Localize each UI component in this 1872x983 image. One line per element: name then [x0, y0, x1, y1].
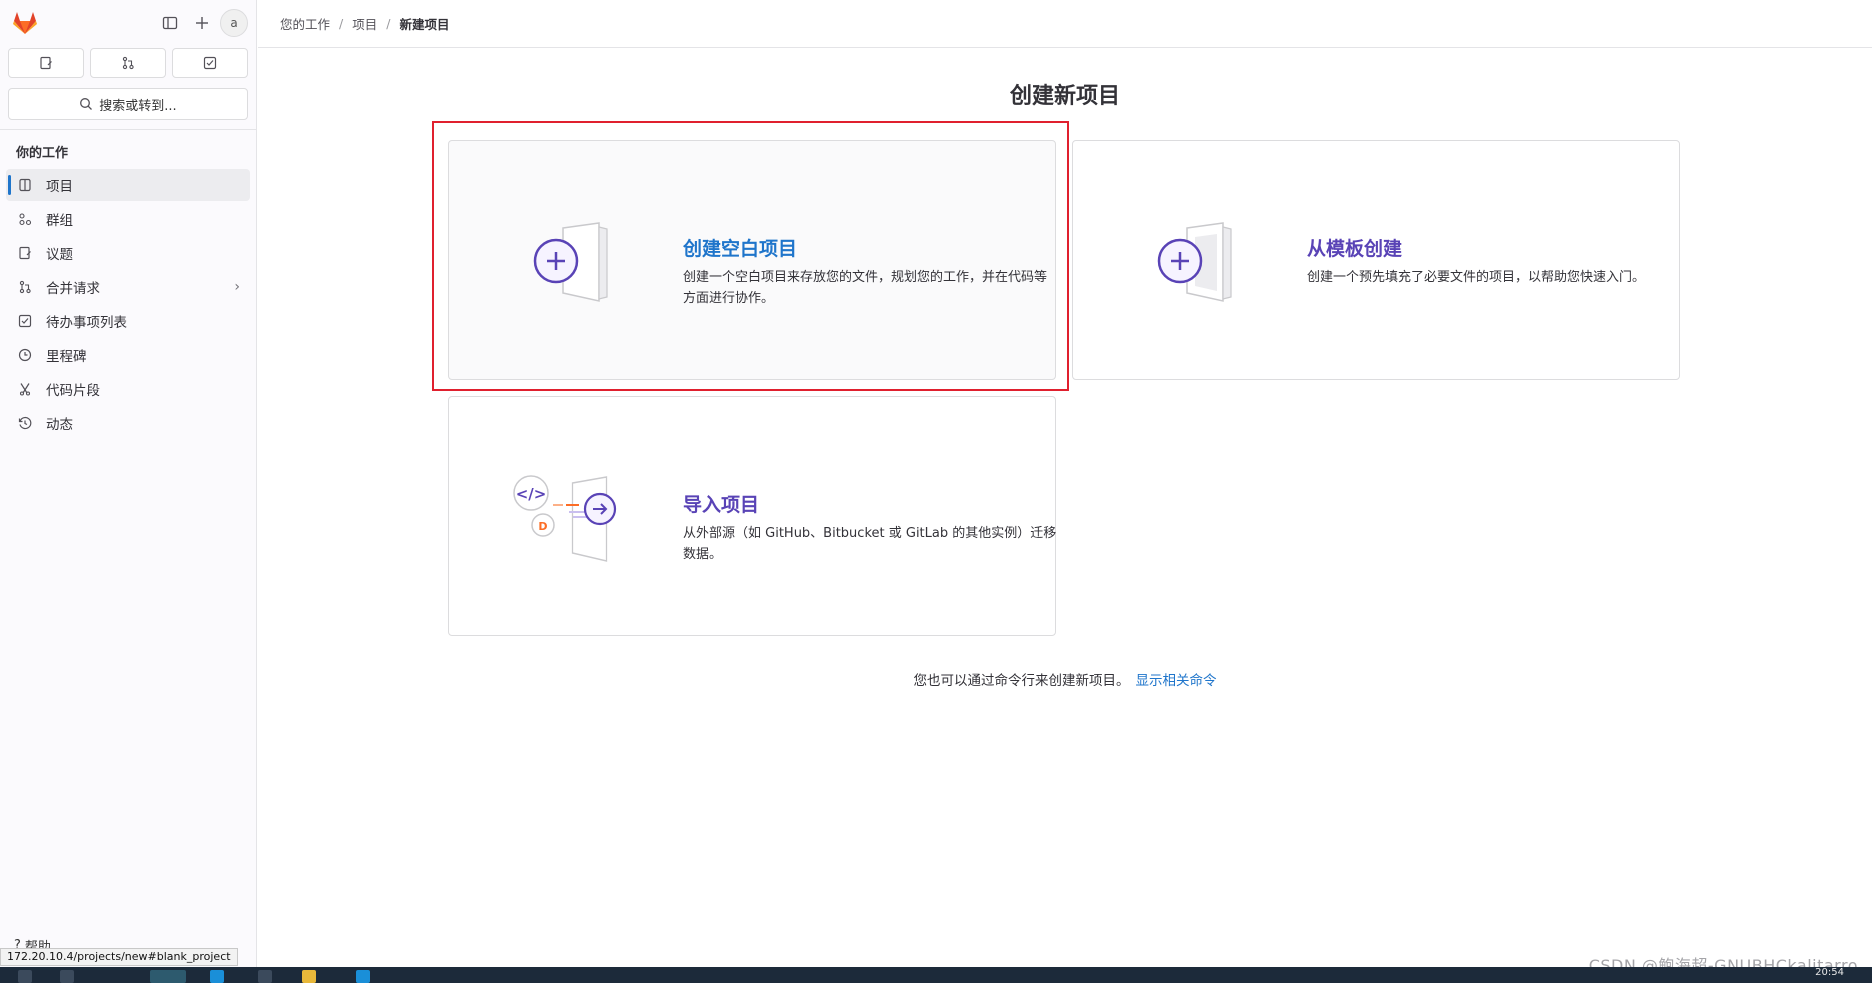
- breadcrumb: 您的工作 / 项目 / 新建项目: [258, 0, 1872, 48]
- sidebar-header: a: [0, 0, 256, 46]
- chevron-right-icon: ›: [234, 279, 240, 295]
- import-project-card[interactable]: </> D 导入项目 从外部源（如 GitHub、Bitbucket 或 Git…: [448, 396, 1056, 636]
- breadcrumb-your-work[interactable]: 您的工作: [280, 14, 330, 33]
- issues-quick-button[interactable]: [8, 48, 84, 78]
- create-from-template-card[interactable]: 从模板创建 创建一个预先填充了必要文件的项目，以帮助您快速入门。: [1072, 140, 1680, 380]
- taskbar-folder-icon[interactable]: [302, 970, 316, 983]
- sidebar-item-label: 合并请求: [46, 281, 100, 297]
- taskbar-app-icon[interactable]: [60, 970, 74, 983]
- import-project-title: 导入项目: [683, 494, 760, 516]
- create-new-plus-icon[interactable]: [186, 7, 218, 39]
- gitlab-logo-icon[interactable]: [10, 8, 40, 38]
- template-project-illustration-icon: [1157, 222, 1232, 302]
- sidebar-item-label: 待办事项列表: [46, 315, 127, 331]
- breadcrumb-separator: /: [386, 16, 391, 31]
- merge-requests-quick-button[interactable]: [90, 48, 166, 78]
- activity-icon: [16, 416, 34, 430]
- group-icon: [16, 212, 34, 226]
- search-button[interactable]: 搜索或转到...: [8, 88, 248, 120]
- todo-icon: [16, 314, 34, 328]
- breadcrumb-projects[interactable]: 项目: [352, 14, 377, 33]
- sidebar-item-label: 里程碑: [46, 349, 87, 365]
- toggle-sidebar-icon[interactable]: [154, 7, 186, 39]
- taskbar-app-icon[interactable]: [210, 970, 224, 983]
- sidebar-item-label: 群组: [46, 213, 73, 229]
- avatar[interactable]: a: [220, 9, 248, 37]
- sidebar-item-merge-requests[interactable]: 合并请求 ›: [6, 271, 250, 303]
- sidebar-item-activity[interactable]: 动态: [6, 407, 250, 439]
- sidebar-item-issues[interactable]: 议题: [6, 237, 250, 269]
- os-taskbar: 20:54: [0, 967, 1872, 983]
- breadcrumb-separator: /: [339, 16, 344, 31]
- taskbar-app-icon[interactable]: [18, 970, 32, 983]
- issues-icon: [40, 56, 52, 70]
- create-blank-project-card[interactable]: 创建空白项目 创建一个空白项目来存放您的文件，规划您的工作，并在代码等方面进行协…: [448, 140, 1056, 380]
- sidebar-item-groups[interactable]: 群组: [6, 203, 250, 235]
- todo-icon: [203, 56, 217, 70]
- breadcrumb-new-project[interactable]: 新建项目: [399, 14, 449, 33]
- taskbar-app-icon[interactable]: [258, 970, 272, 983]
- blank-project-illustration-icon: [533, 222, 608, 302]
- show-commands-link[interactable]: 显示相关命令: [1136, 673, 1217, 689]
- svg-text:</>: </>: [516, 485, 547, 503]
- sidebar-item-milestones[interactable]: 里程碑: [6, 339, 250, 371]
- taskbar-clock: 20:54: [1815, 967, 1844, 978]
- import-project-description: 从外部源（如 GitHub、Bitbucket 或 GitLab 的其他实例）迁…: [683, 526, 1057, 562]
- create-blank-project-title: 创建空白项目: [683, 238, 798, 260]
- project-icon: [16, 178, 34, 192]
- status-url-tooltip: 172.20.10.4/projects/new#blank_project: [0, 948, 238, 966]
- cli-hint: 您也可以通过命令行来创建新项目。 显示相关命令: [258, 669, 1872, 689]
- sidebar-item-label: 动态: [46, 417, 73, 433]
- merge-request-icon: [122, 56, 134, 70]
- sidebar-item-label: 代码片段: [46, 383, 100, 399]
- milestone-icon: [16, 348, 34, 362]
- page-title: 创建新项目: [1009, 84, 1120, 109]
- create-from-template-description: 创建一个预先填充了必要文件的项目，以帮助您快速入门。: [1307, 270, 1646, 285]
- search-placeholder: 搜索或转到...: [99, 98, 177, 114]
- quick-actions: [0, 46, 256, 80]
- sidebar-item-snippets[interactable]: 代码片段: [6, 373, 250, 405]
- sidebar-item-label: 项目: [46, 179, 73, 195]
- taskbar-app-icon[interactable]: [356, 970, 370, 983]
- snippet-icon: [16, 382, 34, 396]
- merge-request-icon: [16, 280, 34, 294]
- sidebar: a 搜索或转到... 你的工作 项目 群组 议题 合并请求 › 待办事项列表 里…: [0, 0, 257, 967]
- search-icon: [80, 98, 93, 110]
- sidebar-item-label: 议题: [46, 247, 73, 263]
- sidebar-item-projects[interactable]: 项目: [6, 169, 250, 201]
- create-blank-project-description: 创建一个空白项目来存放您的文件，规划您的工作，并在代码等方面进行协作。: [683, 270, 1048, 306]
- issues-icon: [16, 246, 34, 260]
- cli-hint-text: 您也可以通过命令行来创建新项目。: [913, 673, 1130, 689]
- create-from-template-title: 从模板创建: [1307, 238, 1403, 260]
- todos-quick-button[interactable]: [172, 48, 248, 78]
- sidebar-item-todos[interactable]: 待办事项列表: [6, 305, 250, 337]
- taskbar-browser-icon[interactable]: [150, 970, 186, 983]
- svg-text:D: D: [538, 520, 547, 533]
- sidebar-section-title: 你的工作: [16, 146, 69, 161]
- import-project-illustration-icon: </> D: [513, 475, 617, 562]
